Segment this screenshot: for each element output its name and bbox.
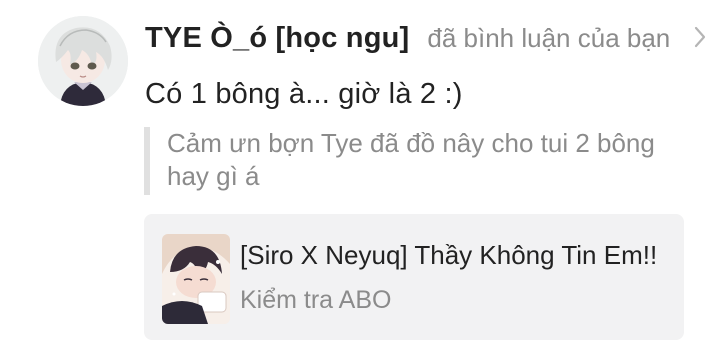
avatar-image: [38, 16, 128, 106]
chevron-right-icon[interactable]: [692, 22, 708, 52]
quoted-reply: Cảm ưn bợn Tye đã đồ nây cho tui 2 bông …: [144, 127, 684, 195]
notification-header: TYE Ò_ó [học ngu] đã bình luận của bạn: [145, 20, 710, 56]
story-card[interactable]: [Siro X Neyuq] Thầy Không Tin Em!! Kiểm …: [144, 214, 684, 340]
action-text: đã bình luận của bạn: [427, 22, 671, 53]
user-name[interactable]: TYE Ò_ó [học ngu]: [145, 22, 409, 55]
story-chapter: Kiểm tra ABO: [240, 286, 392, 314]
story-title[interactable]: [Siro X Neyuq] Thầy Không Tin Em!!: [240, 240, 657, 271]
comment-text: Có 1 bông à... giờ là 2 :): [145, 78, 463, 110]
avatar[interactable]: [38, 16, 128, 106]
story-cover: [162, 234, 230, 324]
story-cover-image: [162, 234, 230, 324]
